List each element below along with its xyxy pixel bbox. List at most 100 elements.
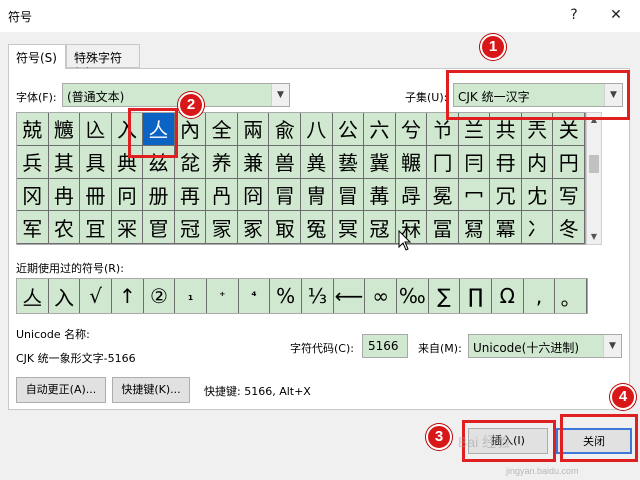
recent-symbol-cell[interactable]: 入 (49, 279, 81, 313)
symbol-cell[interactable]: 写 (553, 178, 585, 212)
symbol-cell[interactable]: 全 (206, 113, 238, 146)
symbol-cell[interactable]: 冋 (111, 178, 144, 212)
symbol-cell[interactable]: 冊 (80, 178, 112, 212)
symbol-cell[interactable]: 冒 (332, 178, 365, 212)
char-code-input[interactable]: 5166 (362, 334, 408, 358)
symbol-cell[interactable]: 再 (174, 178, 207, 212)
symbol-cell[interactable]: 冩 (458, 211, 491, 244)
symbol-cell[interactable]: 冐 (269, 178, 301, 212)
recent-symbol-cell[interactable]: ⁴ (239, 279, 271, 313)
symbol-cell[interactable]: 冕 (427, 178, 459, 212)
symbol-cell[interactable]: 冞 (111, 211, 144, 244)
recent-symbol-cell[interactable]: √ (80, 279, 112, 313)
chevron-down-icon: ▼ (271, 84, 289, 106)
symbol-cell[interactable]: 冑 (300, 178, 333, 212)
recent-symbol-cell[interactable]: ⁺ (207, 279, 239, 313)
watermark-logo: Bai 经验 (458, 434, 511, 450)
symbol-cell[interactable]: 兩 (237, 113, 270, 146)
symbol-cell[interactable]: 冖 (458, 178, 491, 212)
symbol-cell[interactable]: 冢 (237, 211, 270, 244)
symbol-cell[interactable]: 公 (332, 113, 365, 146)
font-dropdown[interactable]: (普通文本) ▼ (62, 83, 290, 107)
symbol-cell[interactable]: 冣 (269, 211, 301, 244)
symbol-cell[interactable]: 册 (143, 178, 175, 212)
symbol-cell[interactable]: 冪 (490, 211, 522, 244)
symbol-cell[interactable]: 其 (48, 145, 81, 179)
recent-symbol-cell[interactable]: ∑ (429, 279, 461, 313)
symbol-cell[interactable]: 冃 (458, 145, 491, 179)
subset-label: 子集(U): (405, 91, 448, 104)
symbol-cell[interactable]: 八 (300, 113, 333, 146)
symbol-cell[interactable]: 兦 (80, 113, 112, 146)
symbol-cell[interactable]: 冥 (332, 211, 365, 244)
symbol-cell[interactable]: 冟 (143, 211, 175, 244)
symbol-cell[interactable]: 兪 (269, 113, 301, 146)
symbol-cell[interactable]: 冀 (364, 145, 396, 179)
symbol-cell[interactable]: 冫 (521, 211, 554, 244)
recent-symbol-cell[interactable]: ∏ (460, 279, 492, 313)
symbol-cell[interactable]: 冬 (553, 211, 585, 244)
shortcut-key-button[interactable]: 快捷键(K)... (112, 377, 190, 403)
symbol-cell[interactable]: 兽 (269, 145, 301, 179)
recent-symbol-cell[interactable]: ② (144, 279, 176, 313)
symbol-cell[interactable]: 冝 (80, 211, 112, 244)
step-badge-1: 1 (480, 34, 506, 60)
recent-symbol-cell[interactable]: , (524, 279, 556, 313)
symbol-cell[interactable]: 兺 (174, 145, 207, 179)
annotation-box-symbol (128, 108, 178, 158)
recent-symbol-cell[interactable]: ⟵ (334, 279, 366, 313)
symbol-cell[interactable]: 内 (521, 145, 554, 179)
scroll-thumb[interactable] (589, 155, 599, 173)
recent-symbol-cell[interactable]: ⅓ (302, 279, 334, 313)
symbol-cell[interactable]: 军 (17, 211, 49, 244)
step-badge-2: 2 (178, 92, 204, 118)
symbol-cell[interactable]: 冈 (17, 178, 49, 212)
symbol-cell[interactable]: 农 (48, 211, 81, 244)
symbol-cell[interactable]: 兵 (17, 145, 49, 179)
symbol-cell[interactable]: 冓 (364, 178, 396, 212)
symbol-cell[interactable]: 冗 (490, 178, 522, 212)
symbol-cell[interactable]: 兮 (395, 113, 428, 146)
scroll-down-icon[interactable]: ▼ (587, 230, 601, 244)
symbol-cell[interactable]: 冔 (395, 178, 428, 212)
close-window-button[interactable]: ✕ (607, 6, 625, 24)
recent-symbol-cell[interactable]: ↑ (112, 279, 144, 313)
symbol-cell[interactable]: 冘 (521, 178, 554, 212)
symbol-cell[interactable]: 兢 (17, 113, 49, 146)
symbol-cell[interactable]: 兼 (237, 145, 270, 179)
grid-scrollbar[interactable]: ▲ ▼ (586, 112, 602, 245)
symbol-cell[interactable]: 养 (206, 145, 238, 179)
window-title: 符号 (8, 10, 33, 24)
recent-symbol-cell[interactable]: 。 (555, 279, 587, 313)
recent-symbol-cell[interactable]: ₁ (175, 279, 207, 313)
symbol-cell[interactable]: 冦 (364, 211, 396, 244)
symbol-cell[interactable]: 円 (553, 145, 585, 179)
tab-symbols[interactable]: 符号(S) (8, 44, 66, 69)
symbol-cell[interactable]: 冏 (237, 178, 270, 212)
help-button[interactable]: ? (565, 6, 583, 24)
recent-symbol-cell[interactable]: % (270, 279, 302, 313)
recent-symbol-cell[interactable]: ∞ (365, 279, 397, 313)
recent-symbol-cell[interactable]: 亼 (17, 279, 49, 313)
autocorrect-button[interactable]: 自动更正(A)... (16, 377, 106, 403)
symbol-grid[interactable]: 兢兤兦入亼內全兩兪八公六兮兯兰共兲关兵其具典兹兺养兼兽兾兿冀冁冂冃冄内円冈冉冊冋… (16, 112, 586, 245)
symbol-cell[interactable]: 冤 (300, 211, 333, 244)
symbol-cell[interactable]: 冎 (206, 178, 238, 212)
symbol-cell[interactable]: 具 (80, 145, 112, 179)
symbol-cell[interactable]: 冂 (427, 145, 459, 179)
symbol-cell[interactable]: 冉 (48, 178, 81, 212)
symbol-cell[interactable]: 兿 (332, 145, 365, 179)
from-dropdown[interactable]: Unicode(十六进制) ▼ (468, 334, 622, 358)
symbol-cell[interactable]: 兾 (300, 145, 333, 179)
symbol-cell[interactable]: 兤 (48, 113, 81, 146)
recent-symbol-cell[interactable]: ‰ (397, 279, 429, 313)
tab-special-characters[interactable]: 特殊字符(P) (66, 44, 140, 80)
symbol-cell[interactable]: 冨 (427, 211, 459, 244)
symbol-cell[interactable]: 冠 (174, 211, 207, 244)
recent-symbols[interactable]: 亼入 √ ↑ ② ₁ ⁺ ⁴% ⅓ ⟵ ∞ ‰ ∑ ∏ Ω,。 (16, 278, 588, 314)
recent-symbol-cell[interactable]: Ω (492, 279, 524, 313)
symbol-cell[interactable]: 六 (364, 113, 396, 146)
symbol-cell[interactable]: 冡 (206, 211, 238, 244)
symbol-cell[interactable]: 冁 (395, 145, 428, 179)
symbol-cell[interactable]: 冄 (490, 145, 522, 179)
